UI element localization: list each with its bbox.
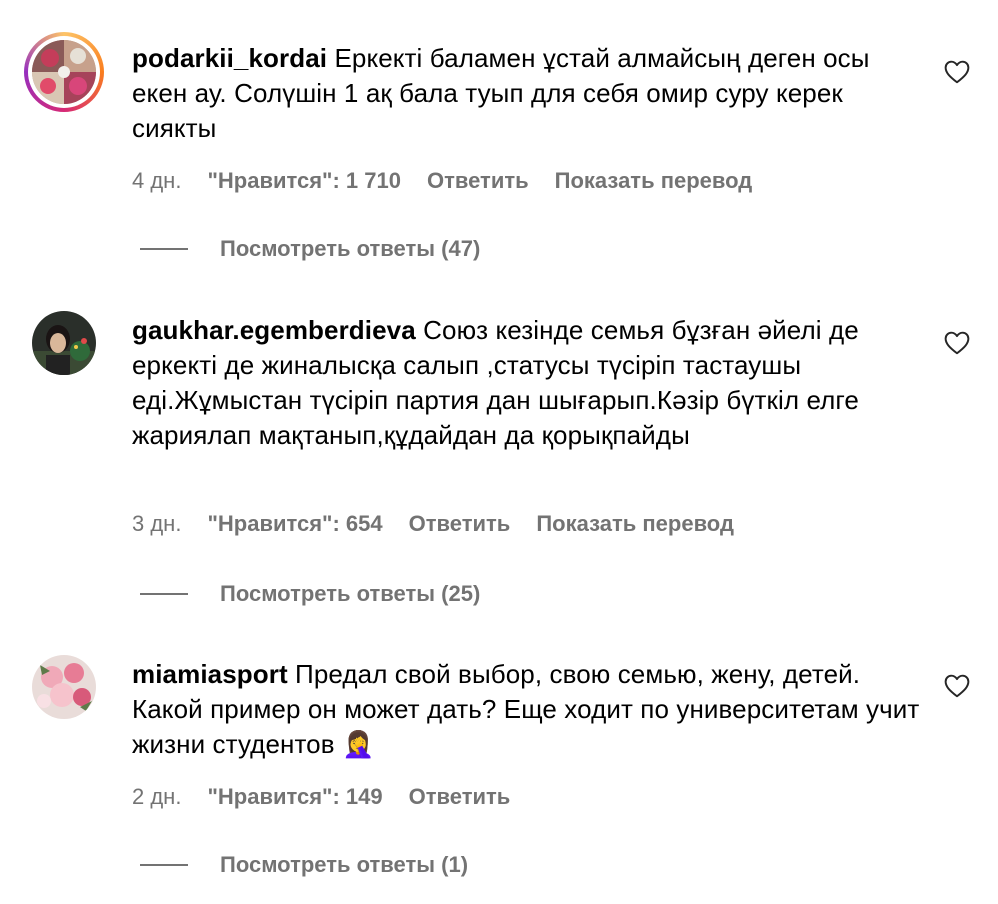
like-button[interactable]	[944, 674, 970, 698]
view-replies-label: Посмотреть ответы (1)	[220, 852, 469, 877]
avatar-image	[32, 40, 96, 104]
comment-text-block: gaukhar.egemberdieva Союз кезінде семья …	[132, 313, 922, 453]
avatar[interactable]	[32, 311, 96, 375]
avatar-image	[32, 655, 96, 719]
heart-outline-icon	[944, 674, 970, 698]
username-link[interactable]: podarkii_kordai	[132, 43, 327, 73]
likes-count[interactable]: "Нравится": 149	[207, 784, 382, 810]
reply-button[interactable]: Ответить	[409, 511, 511, 537]
show-translation-button[interactable]: Показать перевод	[536, 511, 734, 537]
comment-time[interactable]: 2 дн.	[132, 784, 181, 810]
username-link[interactable]: gaukhar.egemberdieva	[132, 315, 416, 345]
reply-button[interactable]: Ответить	[427, 168, 529, 194]
username-link[interactable]: miamiasport	[132, 659, 288, 689]
view-replies-label: Посмотреть ответы (47)	[220, 236, 481, 261]
likes-count[interactable]: "Нравится": 654	[207, 511, 382, 537]
view-replies-button[interactable]: Посмотреть ответы (25)	[140, 581, 480, 607]
heart-outline-icon	[944, 331, 970, 355]
view-replies-label: Посмотреть ответы (25)	[220, 581, 481, 606]
avatar[interactable]	[24, 32, 104, 112]
divider	[140, 864, 188, 866]
comment-meta: 2 дн. "Нравится": 149 Ответить	[132, 784, 510, 810]
show-translation-button[interactable]: Показать перевод	[555, 168, 753, 194]
divider	[140, 248, 188, 250]
reply-button[interactable]: Ответить	[409, 784, 511, 810]
like-button[interactable]	[944, 60, 970, 84]
avatar-image	[32, 311, 96, 375]
heart-outline-icon	[944, 60, 970, 84]
like-button[interactable]	[944, 331, 970, 355]
avatar[interactable]	[32, 655, 96, 719]
comment-time[interactable]: 3 дн.	[132, 511, 181, 537]
comment-meta: 4 дн. "Нравится": 1 710 Ответить Показат…	[132, 168, 752, 194]
comment-time[interactable]: 4 дн.	[132, 168, 181, 194]
comment-meta: 3 дн. "Нравится": 654 Ответить Показать …	[132, 511, 734, 537]
comment-text-block: podarkii_kordai Еркекті баламен ұстай ал…	[132, 41, 922, 146]
view-replies-button[interactable]: Посмотреть ответы (47)	[140, 236, 480, 262]
comment-text-block: miamiasport Предал свой выбор, свою семь…	[132, 657, 922, 762]
divider	[140, 593, 188, 595]
view-replies-button[interactable]: Посмотреть ответы (1)	[140, 852, 468, 878]
likes-count[interactable]: "Нравится": 1 710	[207, 168, 401, 194]
